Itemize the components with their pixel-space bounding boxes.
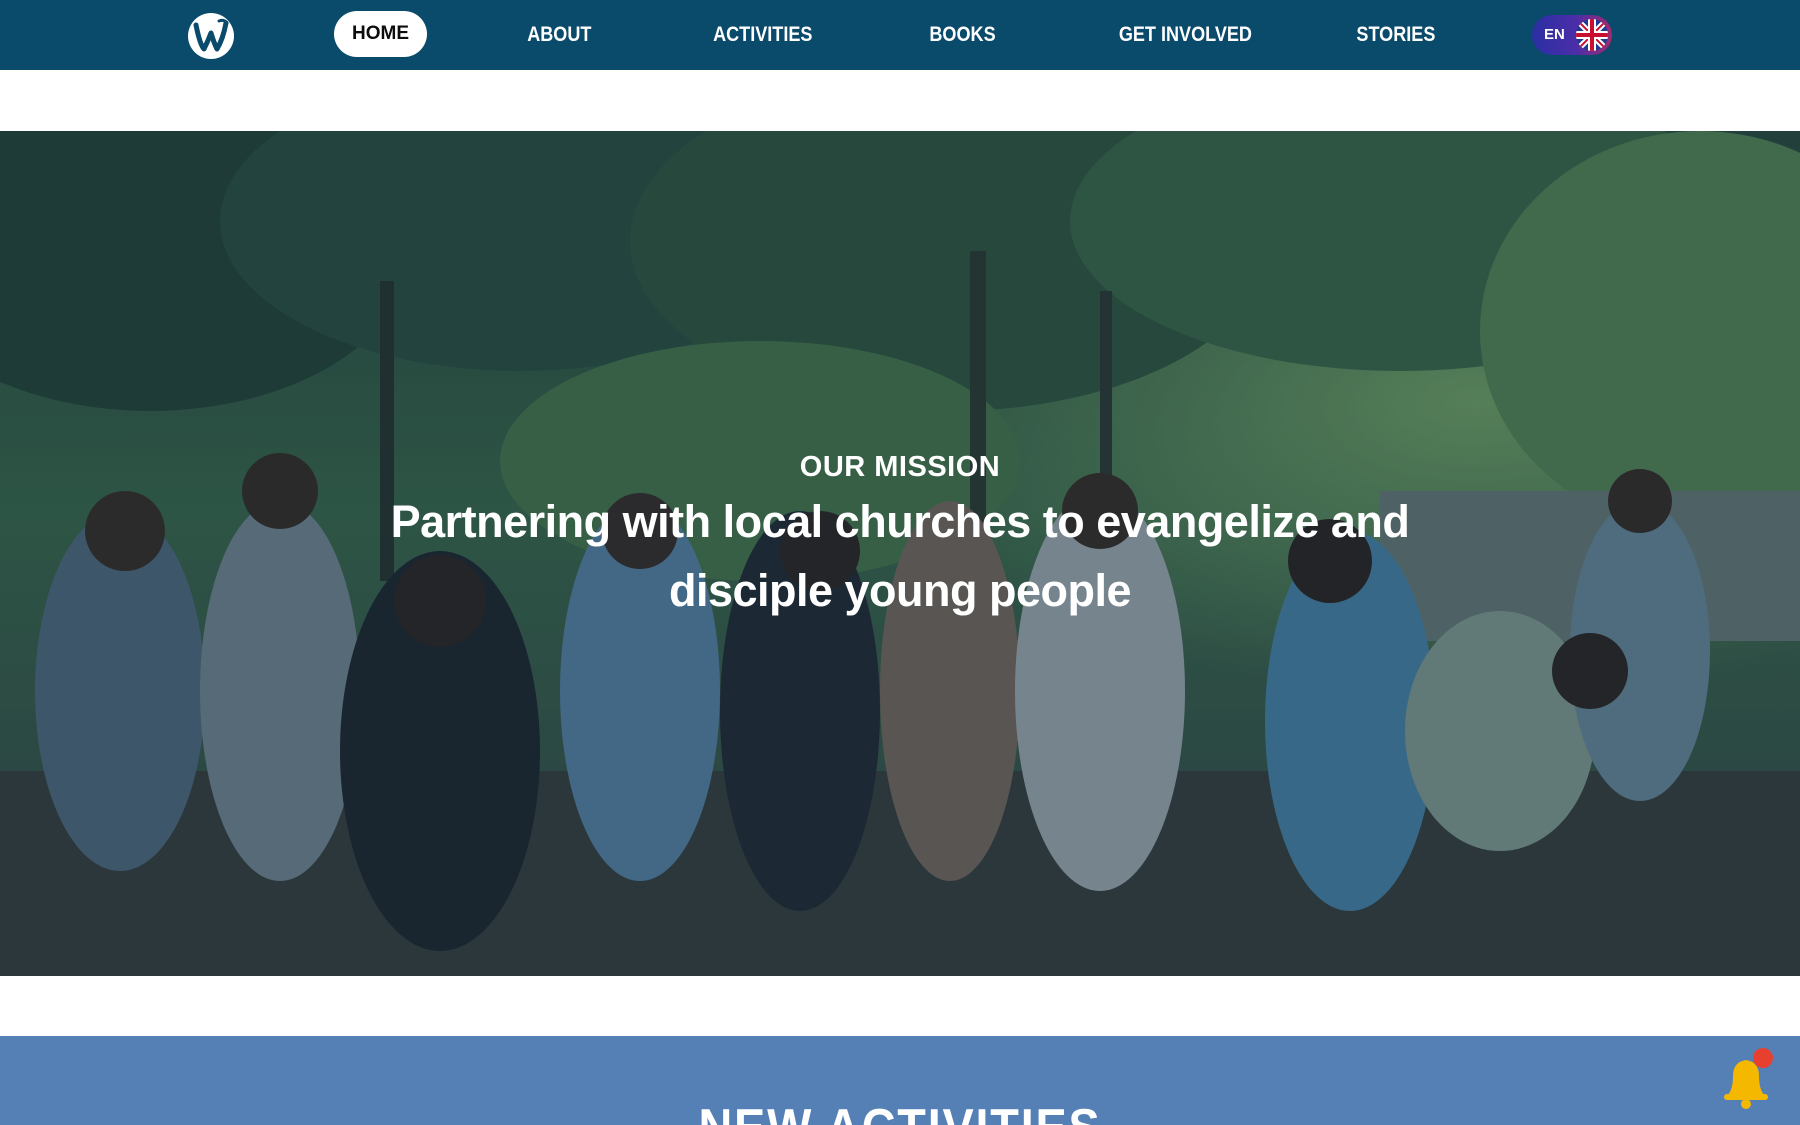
section-title: NEW ACTIVITIES [90,1098,1710,1125]
hero-banner: OUR MISSION Partnering with local church… [0,131,1800,976]
language-code: EN [1544,26,1565,43]
nav-item-home[interactable]: HOME [334,11,427,57]
hero-eyebrow: OUR MISSION [799,451,1001,483]
language-switch[interactable]: EN [1532,15,1612,55]
nav-item-get-involved[interactable]: GET INVOLVED [1119,0,1252,70]
nav-item-books[interactable]: BOOKS [929,0,995,70]
bell-icon[interactable] [1715,1046,1781,1112]
top-navbar: HOME ABOUT ACTIVITIES BOOKS GET INVOLVED… [0,0,1800,70]
new-activities-section: NEW ACTIVITIES [0,1036,1800,1125]
w-logo-icon[interactable] [186,11,236,61]
nav-item-stories[interactable]: STORIES [1356,0,1435,70]
nav-item-about[interactable]: ABOUT [527,0,591,70]
nav-item-activities[interactable]: ACTIVITIES [713,0,812,70]
uk-flag-icon [1576,19,1608,51]
hero-title: Partnering with local churches to evange… [390,496,1410,616]
notification-badge [1753,1048,1773,1068]
